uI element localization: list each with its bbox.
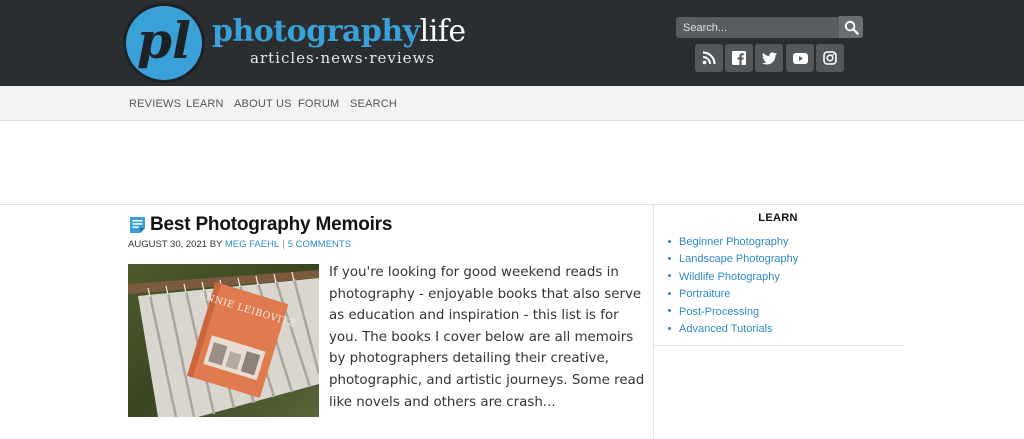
search-button[interactable] [839, 16, 863, 38]
instagram-icon [823, 51, 837, 65]
sidebar-item-label: Portraiture [679, 288, 731, 301]
search-icon [844, 20, 859, 35]
logo-mark-letters: pl [137, 11, 191, 70]
sidebar-title: LEARN [758, 212, 798, 224]
nav-item-forum[interactable]: FORUM [298, 98, 339, 110]
sidebar-item-landscape-photography[interactable]: Landscape Photography [668, 251, 798, 268]
article-title[interactable]: Best Photography Memoirs [150, 214, 392, 236]
rss-icon [702, 51, 716, 65]
article-excerpt: If you're looking for good weekend reads… [329, 265, 645, 410]
sidebar-divider [653, 205, 654, 439]
rss-button[interactable] [695, 44, 723, 72]
sidebar-item-label: Advanced Tutorials [679, 323, 773, 336]
youtube-button[interactable] [786, 44, 814, 72]
sidebar-item-advanced-tutorials[interactable]: Advanced Tutorials [668, 321, 798, 338]
book-on-hammock-image: ANNIE LEIBOVITZ [128, 264, 319, 417]
sidebar-item-label: Post-Processing [679, 305, 760, 318]
instagram-button[interactable] [816, 44, 844, 72]
content-divider [0, 204, 1024, 205]
site-header: pl photographylife articles·news·reviews [0, 0, 1024, 86]
sidebar-item-wildlife-photography[interactable]: Wildlife Photography [668, 269, 798, 286]
youtube-icon [792, 52, 808, 64]
bullet-icon [668, 274, 671, 278]
logo-tagline: articles·news·reviews [250, 49, 436, 67]
bullet-icon [668, 326, 671, 330]
bullet-icon [668, 257, 671, 260]
nav-item-about-us[interactable]: ABOUT US [234, 98, 292, 110]
twitter-button[interactable] [755, 44, 783, 72]
sidebar-item-label: Landscape Photography [679, 253, 799, 266]
bullet-icon [668, 239, 671, 243]
nav-item-search[interactable]: SEARCH [350, 98, 397, 110]
sidebar-item-beginner-photography[interactable]: Beginner Photography [668, 234, 798, 251]
bullet-icon [668, 309, 671, 313]
logo-word-photography: photography [212, 14, 420, 49]
facebook-button[interactable] [725, 44, 753, 72]
main-nav: REVIEWS LEARN ABOUT US FORUM SEARCH [0, 86, 1024, 121]
bullet-icon [668, 291, 671, 295]
meta-separator: | [282, 239, 285, 250]
sidebar-item-label: Wildlife Photography [679, 270, 780, 283]
sidebar-item-post-processing[interactable]: Post-Processing [668, 304, 798, 321]
twitter-icon [761, 51, 777, 64]
nav-item-reviews[interactable]: REVIEWS [129, 98, 181, 110]
logo-word-life: life [419, 14, 467, 49]
sidebar-item-label: Beginner Photography [679, 236, 789, 248]
article-icon [130, 217, 145, 233]
nav-item-learn[interactable]: LEARN [186, 98, 224, 110]
article-comments-link[interactable]: 5 COMMENTS [288, 239, 351, 250]
sidebar-item-portraiture[interactable]: Portraiture [668, 286, 798, 303]
article-date: AUGUST 30, 2021 [128, 239, 208, 250]
article-author-link[interactable]: MEG FAEHL [225, 239, 279, 250]
facebook-icon [732, 51, 746, 65]
article-by: BY [209, 239, 223, 250]
search-input[interactable] [676, 17, 839, 38]
logo-mark[interactable]: pl [123, 3, 205, 83]
article-meta: AUGUST 30, 2021 BY MEG FAEHL | 5 COMMENTS [128, 239, 351, 250]
sidebar-bottom-divider [654, 345, 902, 346]
sidebar-list: Beginner Photography Landscape Photograp… [668, 234, 798, 338]
logo-wordmark[interactable]: photographylife [212, 14, 466, 50]
article-thumbnail[interactable]: ANNIE LEIBOVITZ [128, 264, 319, 417]
